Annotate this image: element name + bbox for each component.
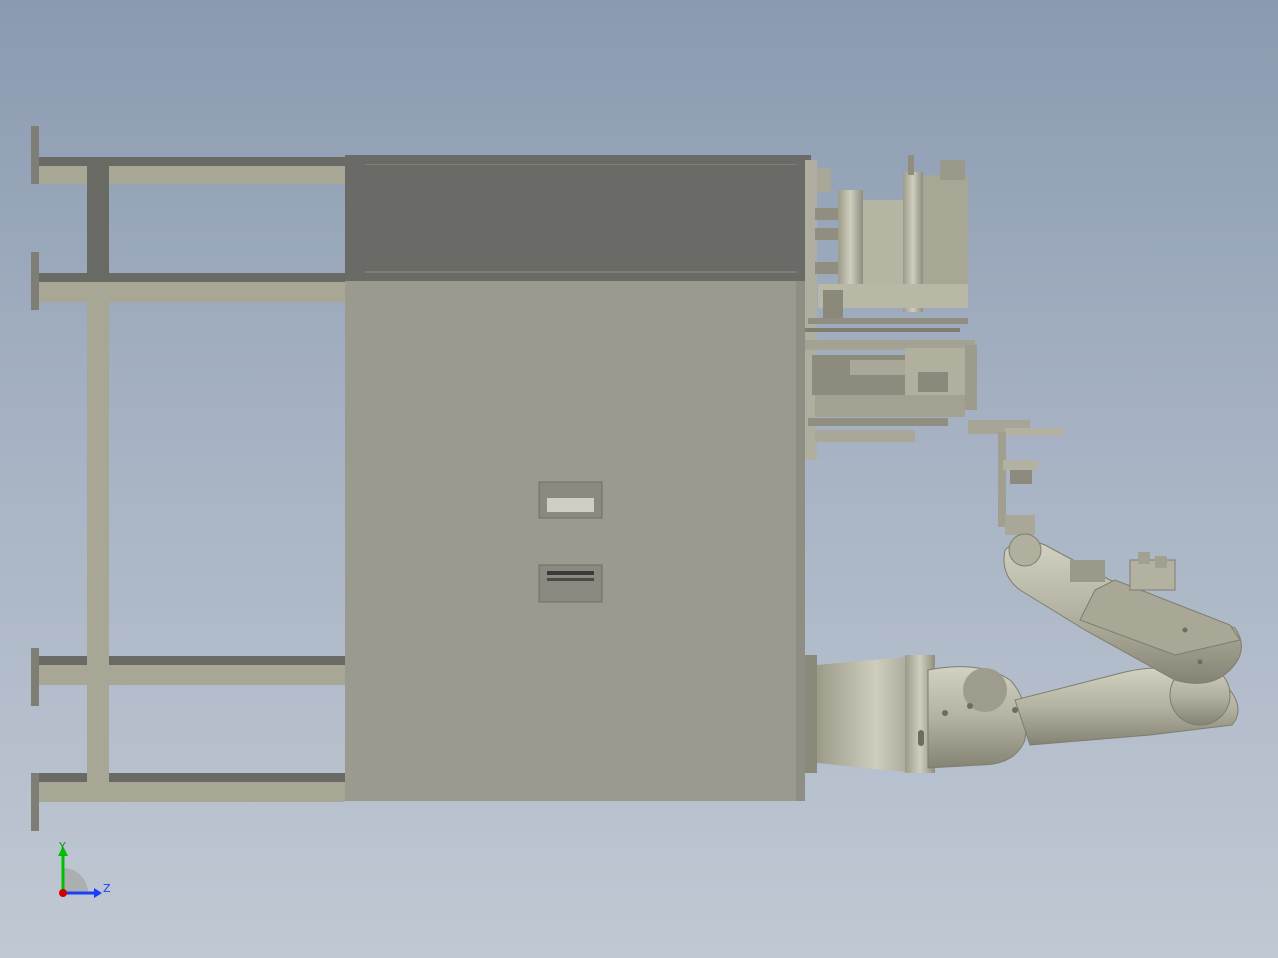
axis-triad: Y Z — [58, 840, 111, 898]
cabinet-right-edge — [796, 281, 805, 801]
frame-post-left-bottom — [31, 773, 39, 831]
cad-viewport[interactable]: Y Z — [0, 0, 1278, 958]
robot-base — [805, 655, 817, 773]
upper-housing-edge-2 — [365, 271, 797, 273]
z-axis-label: Z — [103, 882, 111, 895]
triad-arc — [63, 868, 88, 893]
turret-assembly[interactable] — [805, 155, 977, 460]
upper-housing — [345, 155, 811, 281]
machine-frame[interactable] — [31, 126, 811, 831]
main-cabinet-panel — [345, 281, 805, 801]
frame-rail-3b — [39, 665, 345, 685]
triad-origin — [59, 889, 67, 897]
frame-rail-1b — [39, 166, 345, 184]
z-axis-arrow — [94, 888, 102, 898]
frame-post-left-upper — [31, 252, 39, 310]
upper-housing-edge — [365, 164, 797, 165]
panel-handle-upper[interactable] — [538, 481, 603, 519]
frame-column-upper — [87, 157, 109, 273]
frame-rail-4b — [39, 782, 345, 802]
frame-post-left-top — [31, 126, 39, 184]
frame-rail-3 — [39, 656, 345, 665]
frame-rail-2 — [39, 273, 345, 282]
frame-rail-1 — [39, 157, 345, 166]
y-axis-label: Y — [58, 840, 66, 853]
frame-column — [87, 282, 109, 782]
frame-post-left-lower — [31, 648, 39, 706]
frame-rail-2b — [39, 282, 345, 302]
panel-handle-lower[interactable] — [538, 564, 603, 603]
robot-arm[interactable] — [805, 533, 1242, 773]
frame-rail-4 — [39, 773, 345, 782]
gripper-bracket[interactable] — [968, 420, 1063, 535]
